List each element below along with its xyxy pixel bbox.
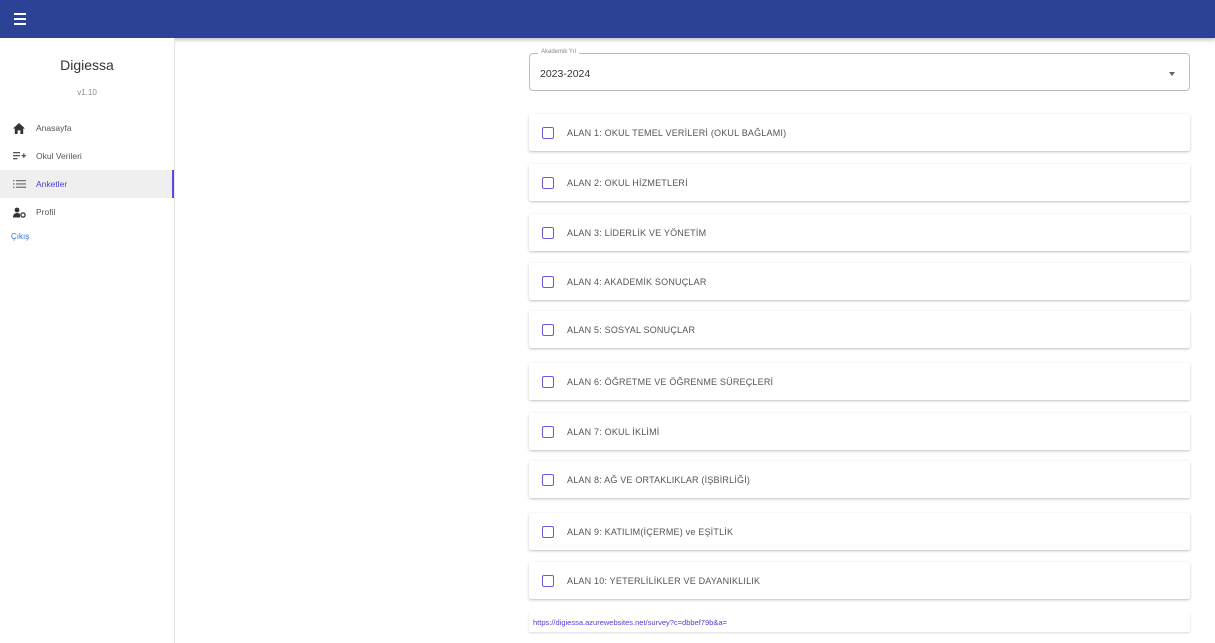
area-label: ALAN 2: OKUL HİZMETLERİ xyxy=(567,177,688,188)
area-item-4[interactable]: ALAN 4: AKADEMİK SONUÇLAR xyxy=(529,263,1190,300)
sidebar-nav: Anasayfa Okul Verileri Anketler Profil xyxy=(0,114,174,226)
checkbox[interactable] xyxy=(542,473,554,486)
area-label: ALAN 8: AĞ VE ORTAKLIKLAR (İŞBİRLİĞİ) xyxy=(567,474,751,485)
sidebar-item-label: Okul Verileri xyxy=(36,151,82,161)
area-item-9[interactable]: ALAN 9: KATILIM(İÇERME) ve EŞİTLİK xyxy=(529,513,1190,550)
area-label: ALAN 7: OKUL İKLİMİ xyxy=(567,426,660,437)
playlist-add-icon xyxy=(12,149,26,163)
area-label: ALAN 3: LİDERLİK VE YÖNETİM xyxy=(567,227,707,238)
list-icon xyxy=(12,177,26,191)
academic-year-value: 2023-2024 xyxy=(540,68,591,80)
area-label: ALAN 6: ÖĞRETME VE ÖĞRENME SÜREÇLERİ xyxy=(567,376,774,387)
survey-link[interactable]: https://digiessa.azurewebsites.net/surve… xyxy=(533,618,727,627)
checkbox[interactable] xyxy=(542,176,554,189)
chevron-down-icon xyxy=(1169,72,1175,76)
area-label: ALAN 5: SOSYAL SONUÇLAR xyxy=(567,324,696,335)
sidebar-item-okul-verileri[interactable]: Okul Verileri xyxy=(0,142,174,170)
checkbox[interactable] xyxy=(542,425,554,438)
academic-year-label: Akademik Yıl xyxy=(538,49,579,55)
area-item-6[interactable]: ALAN 6: ÖĞRETME VE ÖĞRENME SÜREÇLERİ xyxy=(529,363,1190,400)
app-bar xyxy=(0,0,1215,38)
checkbox[interactable] xyxy=(542,574,554,587)
academic-year-select[interactable]: Akademik Yıl 2023-2024 xyxy=(529,49,1190,91)
area-label: ALAN 9: KATILIM(İÇERME) ve EŞİTLİK xyxy=(567,526,734,537)
area-item-10[interactable]: ALAN 10: YETERLİLİKLER VE DAYANIKLILIK xyxy=(529,562,1190,599)
checkbox[interactable] xyxy=(542,323,554,336)
area-item-3[interactable]: ALAN 3: LİDERLİK VE YÖNETİM xyxy=(529,214,1190,251)
checkbox[interactable] xyxy=(542,525,554,538)
sidebar-item-label: Anketler xyxy=(36,179,68,189)
sidebar-item-anasayfa[interactable]: Anasayfa xyxy=(0,114,174,142)
checkbox[interactable] xyxy=(542,126,554,139)
checkbox[interactable] xyxy=(542,275,554,288)
checkbox[interactable] xyxy=(542,226,554,239)
home-icon xyxy=(12,121,26,135)
sidebar-item-label: Anasayfa xyxy=(36,123,72,133)
sidebar-item-profil[interactable]: Profil xyxy=(0,198,174,226)
area-label: ALAN 4: AKADEMİK SONUÇLAR xyxy=(567,276,707,287)
area-item-8[interactable]: ALAN 8: AĞ VE ORTAKLIKLAR (İŞBİRLİĞİ) xyxy=(529,461,1190,498)
area-item-1[interactable]: ALAN 1: OKUL TEMEL VERİLERİ (OKUL BAĞLAM… xyxy=(529,114,1190,151)
brand-name: Digiessa xyxy=(60,57,114,73)
sidebar-item-label: Profil xyxy=(36,207,56,217)
area-item-5[interactable]: ALAN 5: SOSYAL SONUÇLAR xyxy=(529,311,1190,348)
survey-link-bar: https://digiessa.azurewebsites.net/surve… xyxy=(529,612,1190,632)
checkbox[interactable] xyxy=(542,375,554,388)
menu-icon[interactable] xyxy=(10,11,30,27)
area-label: ALAN 10: YETERLİLİKLER VE DAYANIKLILIK xyxy=(567,575,761,586)
area-item-7[interactable]: ALAN 7: OKUL İKLİMİ xyxy=(529,413,1190,450)
sidebar-item-anketler[interactable]: Anketler xyxy=(0,170,174,198)
area-item-2[interactable]: ALAN 2: OKUL HİZMETLERİ xyxy=(529,164,1190,201)
person-gear-icon xyxy=(12,205,26,219)
area-label: ALAN 1: OKUL TEMEL VERİLERİ (OKUL BAĞLAM… xyxy=(567,127,787,138)
logout-link[interactable]: Çıkış xyxy=(11,232,29,241)
sidebar: Digiessa v1.10 Anasayfa Okul Verileri An… xyxy=(0,38,175,643)
version-label: v1.10 xyxy=(77,88,97,97)
